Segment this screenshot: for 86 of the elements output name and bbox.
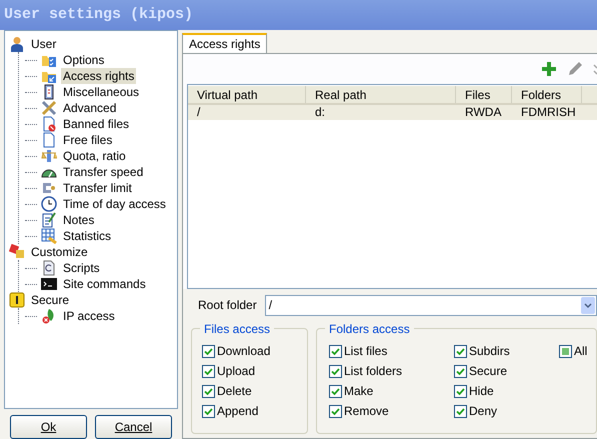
checkmark-icon bbox=[456, 366, 465, 376]
checkbox-label: List folders bbox=[344, 363, 402, 380]
notepad-pen-icon bbox=[41, 212, 57, 228]
tree-item[interactable]: Transfer limit bbox=[61, 180, 134, 196]
script-page-icon bbox=[41, 260, 57, 276]
checkmark-icon bbox=[331, 346, 340, 356]
combo-value: / bbox=[268, 297, 274, 314]
checkbox[interactable] bbox=[202, 344, 215, 358]
table-chart-icon bbox=[41, 228, 57, 244]
checkbox-label: Deny bbox=[469, 403, 498, 420]
checkmark-icon bbox=[456, 346, 465, 356]
checkbox-label: List files bbox=[344, 343, 388, 360]
tree-item[interactable]: Notes bbox=[61, 212, 96, 228]
plus-icon[interactable] bbox=[541, 61, 557, 77]
table-cell-text: RWDA bbox=[464, 105, 502, 120]
checkbox-label: Secure bbox=[469, 363, 508, 380]
tree-item[interactable]: Free files bbox=[61, 132, 114, 148]
tree-item[interactable]: User bbox=[29, 36, 58, 52]
table-cell-text: FDMRISH bbox=[520, 105, 577, 120]
tree-item[interactable]: IP access bbox=[61, 308, 117, 324]
checkbox[interactable] bbox=[202, 404, 215, 418]
column-header[interactable]: Files bbox=[456, 86, 512, 103]
checkbox[interactable] bbox=[454, 364, 467, 378]
checkmark-icon bbox=[204, 406, 213, 416]
pencil-icon[interactable] bbox=[567, 61, 583, 77]
user-icon bbox=[9, 36, 25, 52]
checkbox-label: Download bbox=[217, 343, 270, 360]
checkbox-label: Delete bbox=[217, 383, 252, 400]
tree-item[interactable]: Banned files bbox=[61, 116, 132, 132]
clock-icon bbox=[41, 196, 57, 212]
checkbox[interactable] bbox=[329, 384, 342, 398]
table-row[interactable]: / d: RWDA FDMRISH bbox=[188, 105, 597, 120]
column-header[interactable]: Real path bbox=[306, 86, 456, 103]
checkmark-icon bbox=[456, 386, 465, 396]
checkbox-label: Append bbox=[217, 403, 258, 420]
checkbox-label: All bbox=[574, 343, 588, 360]
checkbox[interactable] bbox=[329, 364, 342, 378]
shapes-icon bbox=[9, 244, 25, 260]
checkbox[interactable] bbox=[202, 364, 215, 378]
tree-item[interactable]: Scripts bbox=[61, 260, 102, 276]
tab[interactable]: Access rights bbox=[182, 33, 268, 53]
checkbox-label: Hide bbox=[469, 383, 494, 400]
tools-icon bbox=[41, 100, 57, 116]
dialog-button[interactable]: Ok bbox=[10, 415, 87, 439]
checkmark-icon bbox=[331, 366, 340, 376]
checkmark-icon bbox=[456, 406, 465, 416]
checkbox[interactable] bbox=[329, 404, 342, 418]
checkmark-icon bbox=[204, 386, 213, 396]
file-icon bbox=[41, 132, 57, 148]
console-icon bbox=[41, 276, 57, 292]
clamp-icon bbox=[41, 180, 57, 196]
checkbox[interactable] bbox=[454, 344, 467, 358]
checkmark-icon bbox=[204, 346, 213, 356]
field-label: Root folder bbox=[198, 297, 257, 314]
window-title: User settings (kipos) bbox=[4, 4, 194, 25]
checkbox-label: Make bbox=[344, 383, 374, 400]
tree-item[interactable]: Time of day access bbox=[61, 196, 168, 212]
tree-item[interactable]: Statistics bbox=[61, 228, 114, 244]
tree-item[interactable]: Options bbox=[61, 52, 106, 68]
table-cell-text: d: bbox=[314, 105, 326, 120]
dialog-button[interactable]: Cancel bbox=[95, 415, 172, 439]
checkbox[interactable] bbox=[559, 344, 572, 358]
checkbox-label: Remove bbox=[344, 403, 389, 420]
checkmark-icon bbox=[331, 406, 340, 416]
tree-item[interactable]: Customize bbox=[29, 244, 90, 260]
checkbox[interactable] bbox=[454, 404, 467, 418]
tree-item[interactable]: Advanced bbox=[61, 100, 118, 116]
checkbox-label: Subdirs bbox=[469, 343, 510, 360]
column-header[interactable]: Folders bbox=[512, 86, 582, 103]
tree-item[interactable]: Access rights bbox=[61, 68, 136, 84]
checkbox[interactable] bbox=[329, 344, 342, 358]
root-folder-combo[interactable]: / bbox=[264, 294, 597, 316]
checkmark-icon bbox=[331, 386, 340, 396]
tree-item[interactable]: Quota, ratio bbox=[61, 148, 128, 164]
scales-icon bbox=[41, 148, 57, 164]
tree-item[interactable]: Secure bbox=[29, 292, 72, 308]
tree-item[interactable]: Site commands bbox=[61, 276, 148, 292]
column-header[interactable]: Virtual path bbox=[188, 86, 306, 103]
table-cell-text: / bbox=[196, 105, 202, 120]
checkbox[interactable] bbox=[202, 384, 215, 398]
checkbox[interactable] bbox=[454, 384, 467, 398]
tree-item[interactable]: Transfer speed bbox=[61, 164, 146, 180]
checkbox-label: Upload bbox=[217, 363, 256, 380]
checkmark-icon bbox=[204, 366, 213, 376]
tree-item[interactable]: Miscellaneous bbox=[61, 84, 142, 100]
file-forbidden-icon bbox=[41, 116, 57, 132]
